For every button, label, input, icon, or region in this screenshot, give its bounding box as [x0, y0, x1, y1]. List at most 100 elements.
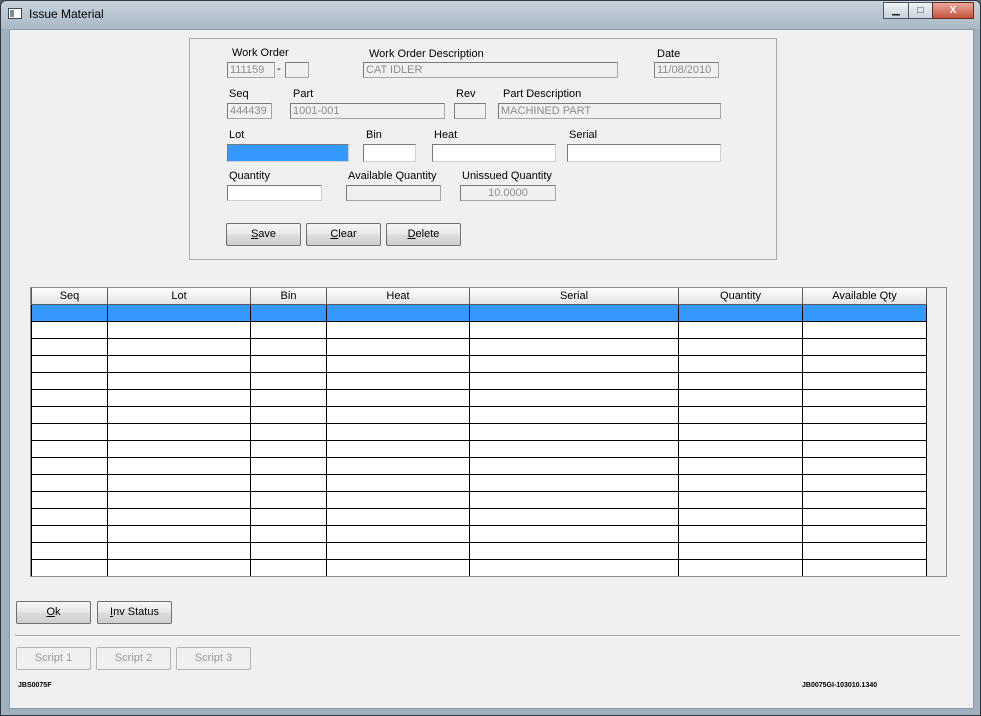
table-cell[interactable] — [469, 304, 679, 322]
table-cell[interactable] — [802, 457, 927, 475]
column-header-available-qty[interactable]: Available Qty — [802, 288, 927, 305]
table-cell[interactable] — [326, 372, 470, 390]
table-cell[interactable] — [469, 491, 679, 509]
table-cell[interactable] — [31, 372, 108, 390]
date-field[interactable]: 11/08/2010 — [654, 62, 719, 78]
table-cell[interactable] — [469, 525, 679, 543]
table-cell[interactable] — [326, 559, 470, 576]
work-order-suffix-field[interactable] — [285, 62, 309, 78]
table-cell[interactable] — [107, 321, 251, 339]
table-cell[interactable] — [469, 372, 679, 390]
table-cell[interactable] — [31, 355, 108, 373]
table-cell[interactable] — [678, 457, 803, 475]
table-row[interactable] — [31, 389, 927, 407]
table-cell[interactable] — [802, 372, 927, 390]
table-cell[interactable] — [107, 406, 251, 424]
maximize-button[interactable]: □ — [908, 2, 933, 19]
table-cell[interactable] — [802, 389, 927, 407]
table-cell[interactable] — [31, 406, 108, 424]
table-row[interactable] — [31, 304, 927, 322]
table-row[interactable] — [31, 372, 927, 390]
table-cell[interactable] — [326, 542, 470, 560]
table-cell[interactable] — [469, 355, 679, 373]
work-order-field[interactable]: 111159 — [227, 62, 275, 78]
window-app-icon[interactable] — [8, 8, 22, 19]
table-row[interactable] — [31, 559, 927, 576]
table-cell[interactable] — [31, 474, 108, 492]
delete-button[interactable]: Delete — [386, 223, 461, 246]
unissued-quantity-field[interactable]: 10.0000 — [460, 185, 556, 201]
table-cell[interactable] — [326, 440, 470, 458]
table-cell[interactable] — [802, 559, 927, 576]
table-cell[interactable] — [802, 440, 927, 458]
minimize-button[interactable]: ▁ — [883, 2, 909, 19]
table-cell[interactable] — [250, 389, 327, 407]
table-cell[interactable] — [326, 508, 470, 526]
table-cell[interactable] — [31, 338, 108, 356]
table-cell[interactable] — [107, 355, 251, 373]
table-cell[interactable] — [678, 423, 803, 441]
table-cell[interactable] — [250, 457, 327, 475]
table-cell[interactable] — [250, 491, 327, 509]
table-cell[interactable] — [678, 321, 803, 339]
table-cell[interactable] — [326, 355, 470, 373]
table-cell[interactable] — [250, 423, 327, 441]
table-row[interactable] — [31, 321, 927, 339]
seq-field[interactable]: 444439 — [227, 103, 272, 119]
table-cell[interactable] — [326, 491, 470, 509]
column-header-lot[interactable]: Lot — [107, 288, 251, 305]
table-cell[interactable] — [250, 321, 327, 339]
column-header-heat[interactable]: Heat — [326, 288, 470, 305]
table-cell[interactable] — [250, 355, 327, 373]
table-cell[interactable] — [107, 542, 251, 560]
table-cell[interactable] — [469, 559, 679, 576]
table-cell[interactable] — [469, 321, 679, 339]
table-cell[interactable] — [31, 440, 108, 458]
table-cell[interactable] — [250, 440, 327, 458]
table-cell[interactable] — [678, 304, 803, 322]
table-cell[interactable] — [678, 440, 803, 458]
ok-button[interactable]: Ok — [16, 601, 91, 624]
table-cell[interactable] — [250, 372, 327, 390]
table-cell[interactable] — [31, 525, 108, 543]
table-cell[interactable] — [107, 372, 251, 390]
table-cell[interactable] — [250, 525, 327, 543]
table-cell[interactable] — [31, 389, 108, 407]
table-cell[interactable] — [250, 304, 327, 322]
table-cell[interactable] — [678, 559, 803, 576]
table-row[interactable] — [31, 474, 927, 492]
table-row[interactable] — [31, 355, 927, 373]
table-cell[interactable] — [802, 406, 927, 424]
table-cell[interactable] — [326, 304, 470, 322]
table-cell[interactable] — [678, 372, 803, 390]
inv-status-button[interactable]: Inv Status — [97, 601, 172, 624]
table-cell[interactable] — [802, 338, 927, 356]
table-row[interactable] — [31, 423, 927, 441]
serial-input[interactable] — [567, 144, 721, 162]
table-cell[interactable] — [469, 389, 679, 407]
table-cell[interactable] — [802, 491, 927, 509]
table-cell[interactable] — [469, 542, 679, 560]
heat-input[interactable] — [432, 144, 556, 162]
table-cell[interactable] — [31, 321, 108, 339]
table-cell[interactable] — [326, 423, 470, 441]
table-row[interactable] — [31, 457, 927, 475]
lot-input[interactable] — [227, 144, 349, 162]
table-cell[interactable] — [31, 508, 108, 526]
table-cell[interactable] — [107, 474, 251, 492]
script-3-button[interactable]: Script 3 — [176, 647, 251, 670]
table-cell[interactable] — [326, 406, 470, 424]
table-cell[interactable] — [678, 406, 803, 424]
wo-description-field[interactable]: CAT IDLER — [363, 62, 618, 78]
table-cell[interactable] — [802, 321, 927, 339]
table-cell[interactable] — [469, 440, 679, 458]
table-cell[interactable] — [678, 491, 803, 509]
table-cell[interactable] — [678, 508, 803, 526]
table-cell[interactable] — [678, 355, 803, 373]
table-row[interactable] — [31, 508, 927, 526]
table-cell[interactable] — [469, 457, 679, 475]
table-cell[interactable] — [31, 542, 108, 560]
table-row[interactable] — [31, 542, 927, 560]
table-cell[interactable] — [678, 389, 803, 407]
table-cell[interactable] — [802, 423, 927, 441]
